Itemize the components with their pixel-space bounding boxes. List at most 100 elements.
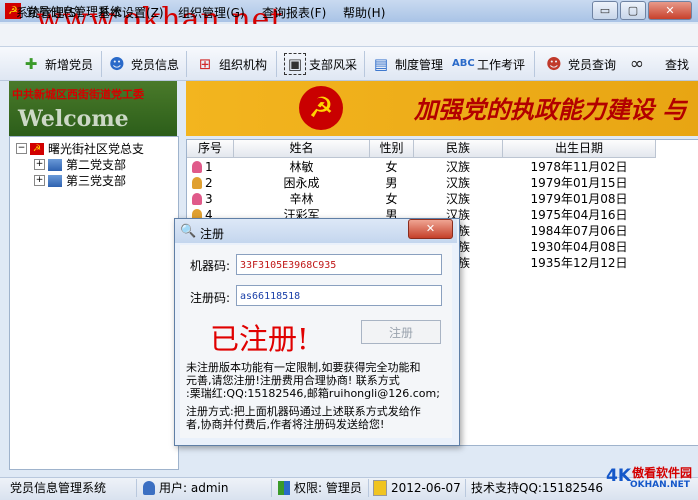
column-header-gender[interactable]: 性别: [370, 140, 414, 158]
member-info-button[interactable]: ☻ 党员信息: [106, 52, 179, 76]
expand-icon[interactable]: +: [34, 175, 45, 186]
column-header-name[interactable]: 姓名: [234, 140, 370, 158]
status-permission-panel: 权限: 管理员: [278, 479, 369, 497]
left-banner-title: 中共新城区西街街道党工委: [12, 88, 144, 101]
person-icon: [192, 161, 202, 173]
table-cell-gender[interactable]: 女: [370, 191, 413, 207]
rules-icon: ▤: [373, 55, 389, 73]
register-button[interactable]: 注册: [361, 320, 441, 344]
dialog-title: 注册: [200, 227, 225, 241]
table-cell-birth[interactable]: 1935年12月12日: [503, 255, 655, 271]
table-cell-birth[interactable]: 1930年04月08日: [503, 239, 655, 255]
branch-photo-button[interactable]: ▣ 支部风采: [284, 52, 357, 76]
status-permission: 权限: 管理员: [294, 481, 362, 495]
table-cell-birth[interactable]: 1979年01月08日: [503, 191, 655, 207]
banner-slogan: 加强党的执政能力建设 与: [414, 95, 687, 124]
welcome-text: Welcome: [18, 106, 129, 132]
key-icon: 🔍: [180, 224, 197, 239]
rules-button[interactable]: ▤ 制度管理: [370, 52, 443, 76]
table-cell-no[interactable]: 1: [205, 159, 231, 175]
branch-group-icon: [48, 174, 62, 187]
add-member-label: 新增党员: [45, 57, 94, 72]
menu-bar: [0, 24, 698, 47]
evaluation-label: 工作考评: [477, 57, 526, 72]
organization-icon: ⊞: [198, 55, 212, 73]
tree-root-label: 曙光街社区党总支: [48, 142, 145, 156]
member-query-label: 党员查询: [568, 57, 617, 72]
close-window-button[interactable]: ✕: [648, 1, 692, 20]
member-query-icon: ☻: [546, 55, 562, 73]
restore-button[interactable]: ▢: [620, 1, 646, 20]
table-cell-name[interactable]: 辛林: [234, 191, 369, 207]
expand-icon[interactable]: +: [34, 159, 45, 170]
tree-child-label: 第二党支部: [66, 158, 127, 172]
machine-code-label: 机器码:: [190, 259, 231, 273]
column-header-birth[interactable]: 出生日期: [503, 140, 656, 158]
find-button[interactable]: ∞ 查找: [626, 52, 689, 76]
dialog-close-button[interactable]: ✕: [408, 219, 453, 239]
member-info-icon: ☻: [109, 55, 125, 73]
reg-code-field[interactable]: as66118518: [236, 285, 442, 306]
toolbar-divider: [276, 51, 277, 77]
tree-node-branch-3[interactable]: + 第三党支部: [34, 172, 126, 189]
status-user-panel: 用户: admin: [143, 479, 272, 497]
okhan-logo-icon: 4K: [606, 466, 632, 486]
dialog-note-line: 元善,请您注册!注册费用合理协商! 联系方式: [186, 374, 400, 387]
menu-system[interactable]: 系统管理(S): [16, 4, 81, 21]
table-cell-ethnicity[interactable]: 汉族: [414, 175, 502, 191]
menu-organization[interactable]: 组织管理(G): [178, 4, 245, 21]
branch-photo-icon: ▣: [284, 53, 306, 75]
menu-basic-settings[interactable]: 基本设置(Z): [98, 4, 164, 21]
collapse-icon[interactable]: −: [16, 143, 27, 154]
evaluation-icon: ABC: [452, 58, 475, 69]
table-cell-ethnicity[interactable]: 汉族: [414, 159, 502, 175]
minimize-button[interactable]: ▭: [592, 1, 618, 20]
dialog-note-line: 注册方式:把上面机器码通过上述联系方式发给作: [186, 405, 421, 418]
table-cell-gender[interactable]: 女: [370, 159, 413, 175]
permission-icon: [278, 481, 290, 495]
table-cell-birth[interactable]: 1975年04月16日: [503, 207, 655, 223]
user-icon: [143, 481, 155, 495]
table-cell-gender[interactable]: 男: [370, 175, 413, 191]
status-app-name: 党员信息管理系统: [10, 479, 137, 497]
add-member-button[interactable]: ✚ 新增党员: [20, 52, 93, 76]
binoculars-icon: ∞: [629, 54, 645, 74]
toolbar-divider: [186, 51, 187, 77]
tree-node-branch-2[interactable]: + 第二党支部: [34, 156, 126, 173]
okhan-logo-subtext: OKHAN.NET: [630, 480, 690, 490]
table-cell-no[interactable]: 2: [205, 175, 231, 191]
table-cell-name[interactable]: 困永成: [234, 175, 369, 191]
evaluation-button[interactable]: ABC 工作考评: [452, 52, 525, 76]
tree-node-root[interactable]: − ☭ 曙光街社区党总支: [16, 140, 144, 157]
registered-status-text: 已注册!: [210, 322, 309, 356]
table-cell-birth[interactable]: 1978年11月02日: [503, 159, 655, 175]
party-flag-icon: ☭: [30, 142, 44, 155]
branch-photo-label: 支部风采: [309, 57, 358, 72]
table-cell-no[interactable]: 3: [205, 191, 231, 207]
menu-help[interactable]: 帮助(H): [343, 4, 385, 21]
dialog-note-line: 者,协商并付费后,作者将注册码发送给您!: [186, 418, 385, 431]
column-header-ethnicity[interactable]: 民族: [414, 140, 503, 158]
machine-code-field[interactable]: 33F3105E3968C935: [236, 254, 442, 275]
dialog-note-line: :栗瑞红:QQ:15182546,邮箱ruihongli@126.com;: [186, 387, 440, 400]
menu-query-reports[interactable]: 查询报表(F): [262, 4, 326, 21]
dialog-note-line: 未注册版本功能有一定限制,如要获得完全功能和: [186, 361, 421, 374]
column-header-no[interactable]: 序号: [187, 140, 234, 158]
okhan-logo-text: 傲看软件园: [632, 466, 693, 480]
calendar-icon: [373, 480, 387, 496]
organization-button[interactable]: ⊞ 组织机构: [194, 52, 267, 76]
member-query-button[interactable]: ☻ 党员查询: [543, 52, 616, 76]
rules-label: 制度管理: [395, 57, 444, 72]
table-cell-ethnicity[interactable]: 汉族: [414, 191, 502, 207]
toolbar-divider: [534, 51, 535, 77]
table-cell-birth[interactable]: 1979年01月15日: [503, 175, 655, 191]
person-icon: [192, 177, 202, 189]
reg-code-label: 注册码:: [190, 291, 231, 305]
table-cell-name[interactable]: 林敏: [234, 159, 369, 175]
status-date-panel: 2012-06-07: [373, 479, 466, 497]
branch-group-icon: [48, 158, 62, 171]
add-member-icon: ✚: [24, 55, 38, 73]
table-cell-birth[interactable]: 1984年07月06日: [503, 223, 655, 239]
party-emblem-icon: ☭: [299, 86, 343, 130]
status-date: 2012-06-07: [391, 481, 461, 495]
